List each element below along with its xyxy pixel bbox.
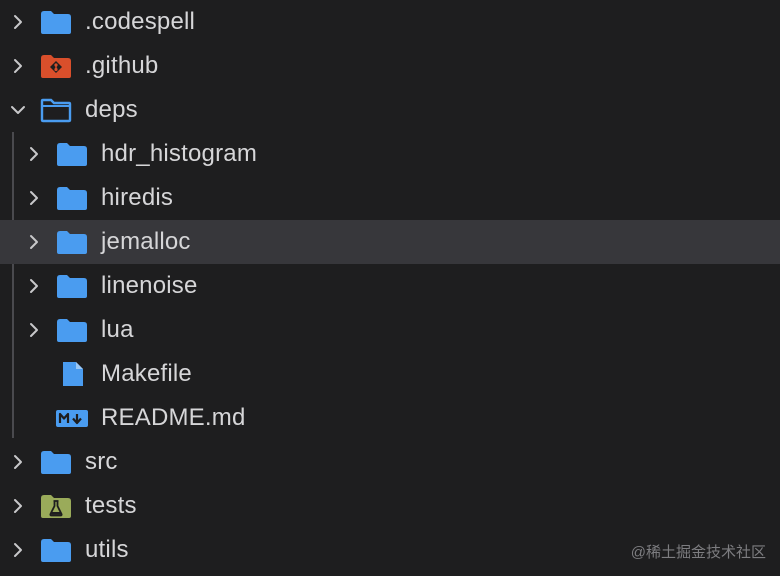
chevron-right-icon[interactable] — [24, 320, 44, 340]
folder-icon — [39, 448, 73, 476]
open-folder-icon — [39, 96, 73, 124]
chevron-right-icon[interactable] — [8, 540, 28, 560]
tree-item-folder[interactable]: src — [0, 440, 780, 484]
tree-item-label: Makefile — [101, 360, 192, 387]
tree-item-label: lua — [101, 316, 134, 343]
tree-item-folder[interactable]: jemalloc — [0, 220, 780, 264]
folder-icon — [55, 228, 89, 256]
folder-icon — [39, 536, 73, 564]
watermark: @稀土掘金技术社区 — [630, 544, 766, 561]
tree-item-label: hdr_histogram — [101, 140, 258, 167]
file-icon — [55, 360, 89, 388]
tree-item-file[interactable]: README.md — [0, 396, 780, 440]
tree-item-label: jemalloc — [101, 228, 191, 255]
folder-icon — [55, 140, 89, 168]
chevron-right-icon[interactable] — [8, 12, 28, 32]
chevron-right-icon[interactable] — [24, 232, 44, 252]
chevron-right-icon[interactable] — [24, 144, 44, 164]
tree-item-file[interactable]: Makefile — [0, 352, 780, 396]
tree-item-folder[interactable]: lua — [0, 308, 780, 352]
tree-item-label: deps — [85, 96, 138, 123]
chevron-down-icon[interactable] — [8, 100, 28, 120]
chevron-right-icon[interactable] — [8, 496, 28, 516]
chevron-right-icon[interactable] — [24, 188, 44, 208]
tree-item-label: .codespell — [85, 8, 196, 35]
folder-icon — [55, 272, 89, 300]
tree-item-folder[interactable]: hiredis — [0, 176, 780, 220]
chevron-right-icon[interactable] — [8, 452, 28, 472]
tree-item-label: hiredis — [101, 184, 174, 211]
tree-item-folder[interactable]: tests — [0, 484, 780, 528]
tree-item-folder[interactable]: .codespell — [0, 0, 780, 44]
folder-icon — [55, 184, 89, 212]
tree-item-folder[interactable]: linenoise — [0, 264, 780, 308]
tree-item-label: src — [85, 448, 118, 475]
tree-item-label: README.md — [101, 404, 246, 431]
tree-item-folder[interactable]: .github — [0, 44, 780, 88]
tree-item-label: utils — [85, 536, 129, 563]
github-folder-icon — [39, 52, 73, 80]
tree-item-folder[interactable]: deps — [0, 88, 780, 132]
tree-item-label: .github — [85, 52, 159, 79]
chevron-right-icon[interactable] — [24, 276, 44, 296]
markdown-icon — [55, 404, 89, 432]
chevron-right-icon[interactable] — [8, 56, 28, 76]
tree-item-label: linenoise — [101, 272, 198, 299]
test-folder-icon — [39, 492, 73, 520]
folder-icon — [39, 8, 73, 36]
folder-icon — [55, 316, 89, 344]
file-explorer-tree: .codespell .github deps hdr_histogramhiredi… — [0, 0, 780, 576]
tree-item-label: tests — [85, 492, 137, 519]
tree-item-folder[interactable]: hdr_histogram — [0, 132, 780, 176]
